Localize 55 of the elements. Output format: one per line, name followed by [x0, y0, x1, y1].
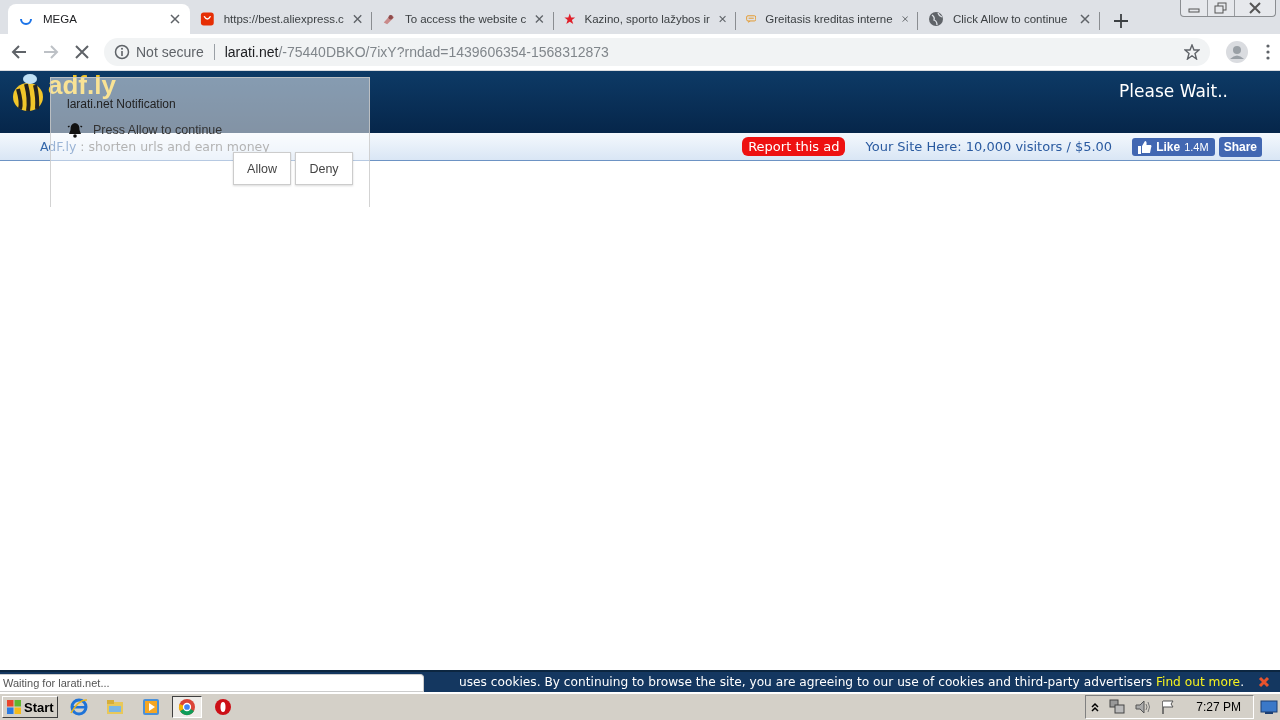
like-button[interactable]: Like 1.4M	[1132, 137, 1215, 156]
back-arrow-icon[interactable]	[10, 43, 28, 61]
browser-tab[interactable]: Click Allow to continue	[918, 4, 1100, 34]
address-field[interactable]: larati.net/-75440DBKO/7ixY?rndad=1439606354-1568312873	[224, 44, 1178, 60]
security-label[interactable]: Not secure	[136, 44, 204, 60]
browser-tab[interactable]: Kazino, sporto lažybos ir	[554, 4, 736, 34]
clock: 7:27 PM	[1196, 700, 1241, 714]
start-button[interactable]: Start	[2, 696, 58, 718]
status-message: Please Wait..	[1119, 81, 1228, 101]
browser-tab[interactable]: Greitasis kreditas interne	[736, 4, 918, 34]
browser-e-icon	[68, 697, 89, 717]
windows-logo-icon	[6, 699, 22, 715]
chevron-up-icon[interactable]	[1090, 701, 1101, 713]
menu-icon[interactable]	[1266, 44, 1270, 60]
deny-button[interactable]: Deny	[295, 152, 353, 185]
new-tab-icon[interactable]	[1114, 14, 1128, 28]
folder-icon	[104, 697, 125, 717]
thumbs-up-icon	[1138, 139, 1153, 154]
loading-spinner-icon	[20, 17, 32, 25]
close-icon[interactable]	[352, 14, 362, 24]
allow-button[interactable]: Allow	[233, 152, 291, 185]
shopping-bag-icon	[200, 11, 215, 27]
report-ad-button[interactable]: Report this ad	[742, 137, 846, 156]
opera-o-icon	[212, 697, 233, 717]
network-icon[interactable]	[1108, 699, 1127, 715]
share-button[interactable]: Share	[1218, 136, 1262, 157]
info-icon	[114, 44, 130, 60]
browser-tab[interactable]: MEGA	[8, 4, 190, 34]
bell-icon	[67, 122, 83, 138]
bee-mascot-icon	[10, 73, 46, 113]
close-icon[interactable]	[1258, 676, 1270, 688]
star-icon	[564, 11, 576, 27]
browser-tab[interactable]: To access the website c	[372, 4, 554, 34]
flag-icon[interactable]	[1160, 699, 1177, 715]
find-out-more-link[interactable]: Find out more	[1155, 675, 1241, 689]
globe-icon	[928, 11, 944, 27]
status-bubble: Waiting for larati.net...	[0, 674, 424, 692]
play-icon	[140, 697, 161, 717]
omnibox[interactable]: Not secure larati.net/-75440DBKO/7ixY?rndad=1439606354-1568312873	[104, 38, 1210, 66]
browser-tab[interactable]: https://best.aliexpress.c	[190, 4, 372, 34]
show-desktop-icon[interactable]	[1260, 699, 1278, 715]
close-icon[interactable]	[535, 14, 544, 24]
close-icon[interactable]	[1080, 14, 1090, 24]
taskbar-app[interactable]	[171, 696, 202, 718]
chrome-browser-icon	[176, 697, 197, 717]
cookie-notice: uses cookies. By continuing to browse the site, you are agreeing to our use of cookies and third-party advertisers Find out more.	[458, 675, 1244, 689]
close-icon[interactable]	[718, 14, 726, 24]
close-icon[interactable]	[901, 14, 908, 24]
site-tagline: AdF.ly : shorten urls and earn money	[40, 139, 270, 154]
bookmark-star-icon[interactable]	[1184, 44, 1200, 60]
speaker-icon[interactable]	[1134, 699, 1153, 715]
profile-avatar-icon[interactable]	[1226, 41, 1248, 63]
promo-link[interactable]: Your Site Here: 10,000 visitors / $5.00	[865, 139, 1113, 154]
stop-icon[interactable]	[74, 44, 90, 60]
close-icon[interactable]	[170, 14, 180, 24]
